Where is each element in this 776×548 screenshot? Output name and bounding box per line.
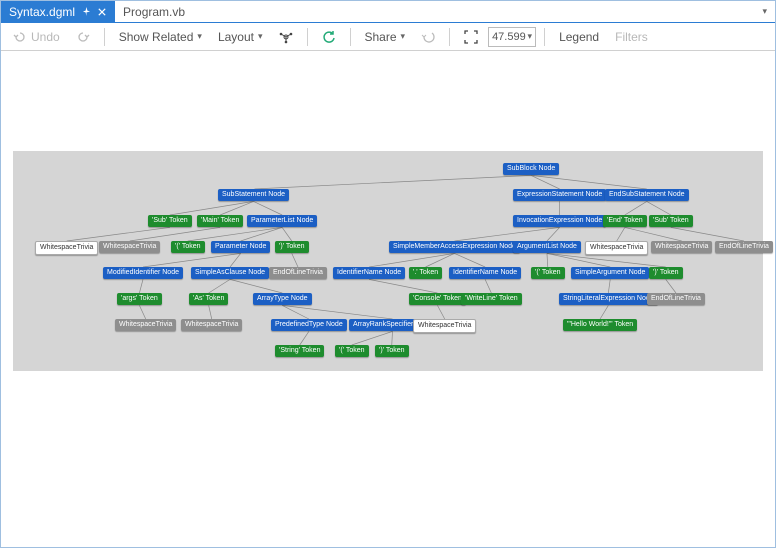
hub-button[interactable] <box>273 26 299 48</box>
graph-node[interactable]: IdentifierName Node <box>449 267 521 279</box>
fit-button[interactable] <box>458 26 484 48</box>
graph-node[interactable]: SubStatement Node <box>218 189 289 201</box>
graph-node[interactable]: ArgumentList Node <box>513 241 581 253</box>
graph-node[interactable]: ExpressionStatement Node <box>513 189 606 201</box>
graph-node[interactable]: EndOfLineTrivia <box>715 241 773 253</box>
legend-button[interactable]: Legend <box>553 26 605 48</box>
graph-node[interactable]: '"Hello World!"' Token <box>563 319 637 331</box>
toolbar-separator <box>544 28 545 46</box>
chevron-down-icon: ▾ <box>197 31 202 42</box>
document-tabbar: Syntax.dgml Program.vb ▾ <box>1 1 775 23</box>
tab-label: Program.vb <box>123 5 185 19</box>
zoom-value: 47.599 <box>492 31 526 43</box>
syntax-tree-diagram: SubBlock Node SubStatement Node Expression… <box>13 151 763 371</box>
graph-node[interactable]: EndSubStatement Node <box>605 189 689 201</box>
graph-node[interactable]: ParameterList Node <box>247 215 317 227</box>
graph-node[interactable]: '.' Token <box>409 267 442 279</box>
show-related-button[interactable]: Show Related ▾ <box>113 26 208 48</box>
redo-button[interactable] <box>70 26 96 48</box>
graph-node[interactable]: IdentifierName Node <box>333 267 405 279</box>
graph-node[interactable]: '(' Token <box>171 241 205 253</box>
refresh-button[interactable] <box>316 26 342 48</box>
toolbar-separator <box>449 28 450 46</box>
tab-label: Syntax.dgml <box>9 5 75 19</box>
tab-overflow-button[interactable]: ▾ <box>754 1 775 22</box>
graph-node[interactable]: EndOfLineTrivia <box>647 293 705 305</box>
graph-toolbar: Undo Show Related ▾ Layout ▾ <box>1 23 775 51</box>
refresh-icon <box>322 30 336 44</box>
graph-node[interactable]: 'args' Token <box>117 293 162 305</box>
graph-node[interactable]: SubBlock Node <box>503 163 559 175</box>
share-button[interactable]: Share ▾ <box>359 26 412 48</box>
layout-button[interactable]: Layout ▾ <box>212 26 269 48</box>
graph-node[interactable]: 'Console' Token <box>409 293 466 305</box>
graph-node[interactable]: 'End' Token <box>603 215 647 227</box>
toolbar-separator <box>104 28 105 46</box>
graph-node[interactable]: WhitespaceTrivia <box>585 241 648 255</box>
graph-node[interactable]: 'Sub' Token <box>148 215 192 227</box>
graph-node[interactable]: '(' Token <box>531 267 565 279</box>
chevron-down-icon: ▾ <box>762 6 767 17</box>
fit-to-screen-icon <box>464 30 478 44</box>
graph-node[interactable]: ')' Token <box>649 267 683 279</box>
graph-canvas[interactable]: SubBlock Node SubStatement Node Expression… <box>1 51 775 547</box>
graph-node[interactable]: 'String' Token <box>275 345 324 357</box>
back-button[interactable] <box>415 26 441 48</box>
graph-node[interactable]: '(' Token <box>335 345 369 357</box>
graph-node[interactable]: ArrayType Node <box>253 293 312 305</box>
close-icon[interactable] <box>97 7 107 17</box>
share-label: Share <box>365 30 397 44</box>
toolbar-separator <box>307 28 308 46</box>
graph-node[interactable]: 'As' Token <box>189 293 228 305</box>
chevron-down-icon: ▾ <box>528 31 533 42</box>
undo-label: Undo <box>31 30 60 44</box>
graph-node[interactable]: 'Main' Token <box>197 215 243 227</box>
tab-syntax-dgml[interactable]: Syntax.dgml <box>1 1 115 22</box>
chevron-down-icon: ▾ <box>401 31 406 42</box>
back-icon <box>421 30 435 44</box>
graph-node[interactable]: EndOfLineTrivia <box>269 267 327 279</box>
toolbar-separator <box>350 28 351 46</box>
undo-icon <box>13 30 27 44</box>
graph-node[interactable]: ModifiedIdentifier Node <box>103 267 183 279</box>
pin-icon[interactable] <box>81 7 91 17</box>
filters-label: Filters <box>615 30 648 44</box>
graph-node[interactable]: WhitespaceTrivia <box>35 241 98 255</box>
layout-label: Layout <box>218 30 254 44</box>
graph-node[interactable]: StringLiteralExpression Node <box>559 293 658 305</box>
zoom-input[interactable]: 47.599 ▾ <box>488 27 536 47</box>
show-related-label: Show Related <box>119 30 194 44</box>
graph-node[interactable]: WhitespaceTrivia <box>651 241 712 253</box>
graph-node[interactable]: WhitespaceTrivia <box>99 241 160 253</box>
graph-node[interactable]: 'WriteLine' Token <box>461 293 522 305</box>
legend-label: Legend <box>559 30 599 44</box>
graph-node[interactable]: ')' Token <box>375 345 409 357</box>
graph-node[interactable]: SimpleAsClause Node <box>191 267 269 279</box>
graph-node[interactable]: PredefinedType Node <box>271 319 347 331</box>
graph-node[interactable]: ')' Token <box>275 241 309 253</box>
graph-node[interactable]: WhitespaceTrivia <box>181 319 242 331</box>
graph-node[interactable]: InvocationExpression Node <box>513 215 606 227</box>
filters-button[interactable]: Filters <box>609 26 654 48</box>
redo-icon <box>76 30 90 44</box>
chevron-down-icon: ▾ <box>258 31 263 42</box>
graph-node[interactable]: SimpleMemberAccessExpression Node <box>389 241 520 253</box>
undo-button[interactable]: Undo <box>7 26 66 48</box>
graph-node[interactable]: WhitespaceTrivia <box>413 319 476 333</box>
graph-node[interactable]: 'Sub' Token <box>649 215 693 227</box>
tab-program-vb[interactable]: Program.vb <box>115 1 193 22</box>
graph-node[interactable]: Parameter Node <box>211 241 270 253</box>
graph-edges <box>13 151 763 371</box>
hub-icon <box>279 30 293 44</box>
graph-node[interactable]: WhitespaceTrivia <box>115 319 176 331</box>
graph-node[interactable]: SimpleArgument Node <box>571 267 649 279</box>
app-window: Syntax.dgml Program.vb ▾ Undo <box>0 0 776 548</box>
